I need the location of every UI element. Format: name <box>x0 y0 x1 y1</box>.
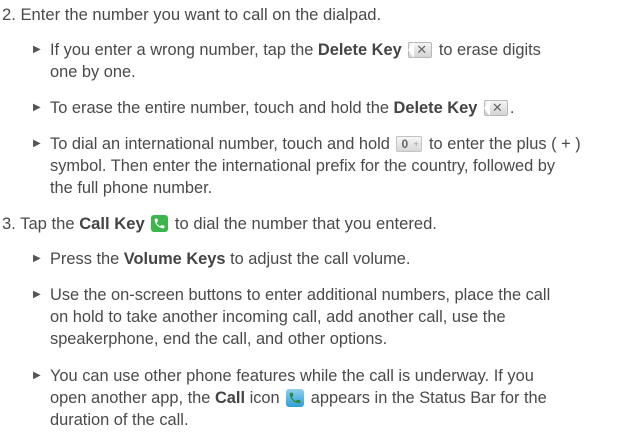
delete-key-icon: ✕ <box>483 100 508 116</box>
triangle-bullet-icon: ▶ <box>33 253 41 264</box>
call-key-icon <box>151 215 169 232</box>
triangle-bullet-icon: ▶ <box>33 102 41 113</box>
key-label: Delete Key <box>317 41 402 59</box>
step-number: 2. <box>2 5 16 24</box>
call-status-icon <box>286 389 305 408</box>
list-item: ▶ To erase the entire number, touch and … <box>33 99 515 117</box>
list-item: ▶ If you enter a wrong number, tap the D… <box>33 41 541 82</box>
list-item: ▶ To dial an international number, touch… <box>33 135 581 198</box>
triangle-bullet-icon: ▶ <box>33 44 41 55</box>
zero-plus-key-icon: 0 + <box>396 136 423 152</box>
step-2: 2. Enter the number you want to call on … <box>2 4 381 26</box>
list-item: ▶ Press the Volume Keys to adjust the ca… <box>33 250 411 268</box>
key-label: Volume Keys <box>123 250 226 268</box>
delete-key-icon: ✕ <box>408 42 433 58</box>
step-3: 3. Tap the Call Key to dial the number t… <box>2 214 437 233</box>
list-item: ▶ You can use other phone features while… <box>33 367 547 430</box>
key-label: Call <box>214 389 246 408</box>
step-number: 3. <box>2 214 16 233</box>
triangle-bullet-icon: ▶ <box>33 289 41 300</box>
key-label: Call Key <box>79 214 145 233</box>
list-item: ▶ Use the on-screen buttons to enter add… <box>33 286 551 349</box>
step-text: Enter the number you want to call on the… <box>20 5 382 24</box>
key-label: Delete Key <box>393 99 478 117</box>
triangle-bullet-icon: ▶ <box>33 370 41 381</box>
instruction-page: 2. Enter the number you want to call on … <box>0 0 634 435</box>
triangle-bullet-icon: ▶ <box>33 138 41 149</box>
